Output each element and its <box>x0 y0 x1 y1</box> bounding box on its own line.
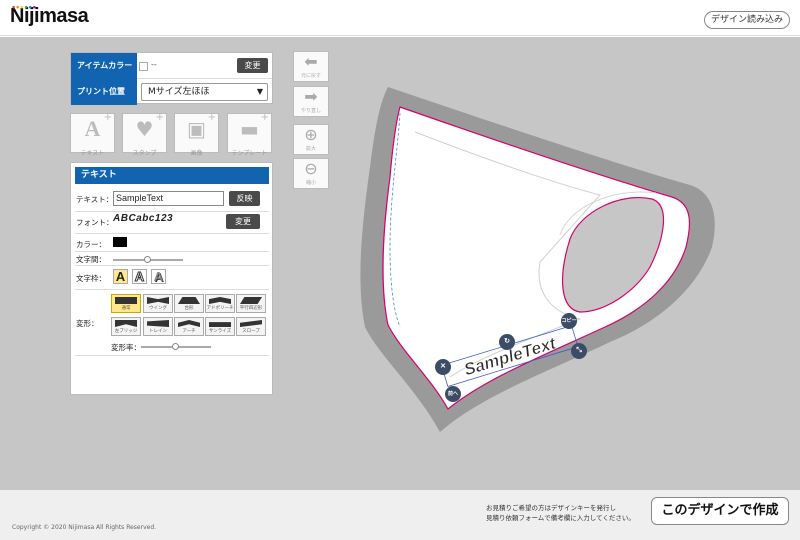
zoom-in-button[interactable]: ⊕ 拡大 <box>293 124 329 155</box>
bring-forward-button[interactable]: 前へ <box>445 386 461 402</box>
copyright: Copyright © 2020 Nijimasa All Rights Res… <box>12 524 157 531</box>
zoom-out-button[interactable]: ⊖ 縮小 <box>293 158 329 189</box>
design-load-button[interactable]: デザイン読み込み <box>704 11 790 29</box>
letter-spacing-label: 文字間： <box>76 255 106 264</box>
text-panel-title: テキスト <box>75 167 269 184</box>
item-settings-panel: アイテムカラー -- 変更 プリント位置 Mサイズ左ほほ ▼ <box>70 52 273 105</box>
mask-canvas[interactable]: SampleText ✕ ↻ コピー ⤡ 前へ <box>360 87 740 437</box>
text-color-swatch[interactable] <box>113 237 127 247</box>
frame-label: 文字枠： <box>76 274 106 283</box>
item-color-value: -- <box>151 60 157 69</box>
add-image-button[interactable]: + ▣ 画像 <box>174 112 219 157</box>
text-settings-panel: テキスト テキスト： SampleText 反映 フォント： ABCabc123… <box>70 162 273 395</box>
frame-option-outline[interactable]: A <box>132 269 147 284</box>
resize-icon[interactable]: ⤡ <box>571 343 587 359</box>
text-label: テキスト： <box>76 195 114 204</box>
print-position-select[interactable]: Mサイズ左ほほ ▼ <box>141 83 268 101</box>
warp-option-left-bridge[interactable]: 左ブリッジ <box>111 317 141 336</box>
frame-option-shadow[interactable]: A <box>151 269 166 284</box>
frame-option-solid[interactable]: A <box>113 269 128 284</box>
add-stamp-button[interactable]: + ♥ スタンプ <box>122 112 167 157</box>
warp-option-trapezoid[interactable]: 台形 <box>174 294 204 313</box>
item-color-label: アイテムカラー <box>71 53 137 79</box>
color-label: カラー： <box>76 240 106 249</box>
warp-label: 変形： <box>76 319 99 328</box>
footer: Copyright © 2020 Nijimasa All Rights Res… <box>0 490 800 540</box>
font-sample: ABCabc123 <box>113 213 174 224</box>
print-position-label: プリント位置 <box>71 79 137 105</box>
item-color-change-button[interactable]: 変更 <box>237 58 268 73</box>
warp-option-wing[interactable]: ウイング <box>143 294 173 313</box>
text-input[interactable]: SampleText <box>113 191 224 206</box>
warp-rate-label: 変形率： <box>111 343 141 352</box>
warp-option-normal[interactable]: 通常 <box>111 294 141 313</box>
rotate-icon[interactable]: ↻ <box>499 334 515 350</box>
copy-button[interactable]: コピー <box>561 313 577 329</box>
workspace: アイテムカラー -- 変更 プリント位置 Mサイズ左ほほ ▼ + A テキスト … <box>0 37 800 490</box>
undo-button[interactable]: ⬅ 元に戻す <box>293 51 329 82</box>
create-design-button[interactable]: このデザインで作成 <box>651 497 789 525</box>
header: •••••• Nijimasa デザイン読み込み <box>0 0 800 36</box>
chevron-down-icon: ▼ <box>256 87 263 96</box>
warp-option-arch[interactable]: アーチ <box>174 317 204 336</box>
logo[interactable]: •••••• Nijimasa <box>10 2 89 28</box>
font-label: フォント： <box>76 218 114 227</box>
apply-text-button[interactable]: 反映 <box>229 191 260 206</box>
warp-option-sunrise[interactable]: サンライズ <box>205 317 235 336</box>
warp-option-train[interactable]: トレイン <box>143 317 173 336</box>
add-tools: + A テキスト + ♥ スタンプ + ▣ 画像 + ▬ テンプレート <box>70 112 273 157</box>
warp-option-parallelogram[interactable]: 平行四辺形 <box>236 294 266 313</box>
warp-rate-handle[interactable] <box>172 343 179 350</box>
add-text-button[interactable]: + A テキスト <box>70 112 115 157</box>
print-position-row: プリント位置 Mサイズ左ほほ ▼ <box>71 79 272 105</box>
letter-spacing-handle[interactable] <box>144 256 151 263</box>
warp-option-slope[interactable]: スロープ <box>236 317 266 336</box>
zoom-in-icon: ⊕ <box>304 125 318 144</box>
undo-arrow-icon: ⬅ <box>304 52 318 71</box>
warp-option-arch-up[interactable]: アドポリーチ <box>205 294 235 313</box>
redo-arrow-icon: ➡ <box>304 87 318 106</box>
delete-icon[interactable]: ✕ <box>435 359 451 375</box>
estimate-note: お見積りご希望の方はデザインキーを発行し 見積り依頼フォームで備考欄に入力してく… <box>486 504 635 522</box>
zoom-out-icon: ⊖ <box>304 159 318 178</box>
logo-dots-icon: •••••• <box>12 2 37 12</box>
add-template-button[interactable]: + ▬ テンプレート <box>227 112 272 157</box>
redo-button[interactable]: ➡ やり直し <box>293 86 329 117</box>
mask-svg: SampleText <box>360 87 715 432</box>
item-color-row: アイテムカラー -- 変更 <box>71 53 272 79</box>
font-change-button[interactable]: 変更 <box>226 214 260 229</box>
item-color-swatch <box>139 62 148 71</box>
